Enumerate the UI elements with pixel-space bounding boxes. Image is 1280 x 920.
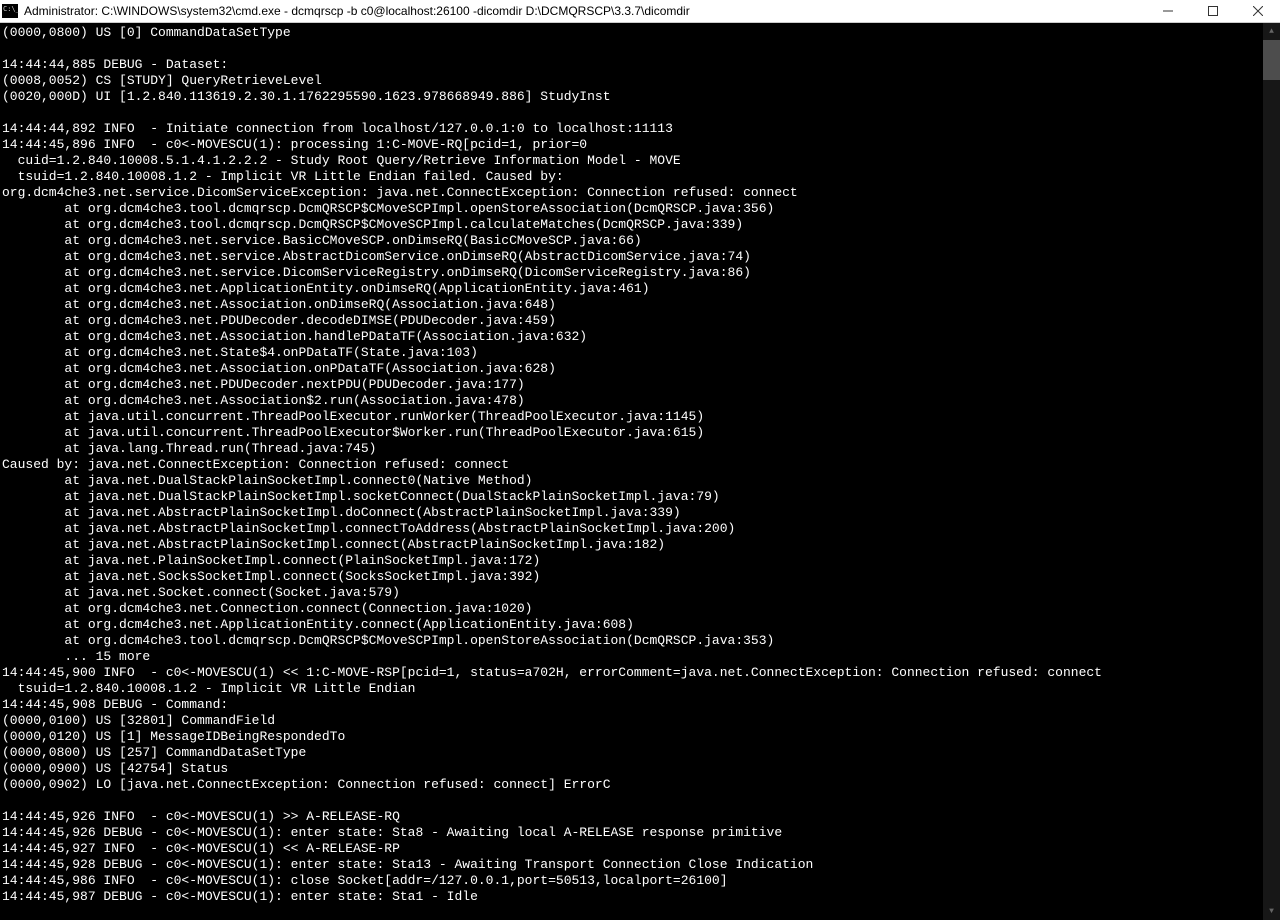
console-line: cuid=1.2.840.10008.5.1.4.1.2.2.2 - Study… <box>2 153 1278 169</box>
console-line: 14:44:45,896 INFO - c0<-MOVESCU(1): proc… <box>2 137 1278 153</box>
console-line: 14:44:45,900 INFO - c0<-MOVESCU(1) << 1:… <box>2 665 1278 681</box>
console-line: at java.util.concurrent.ThreadPoolExecut… <box>2 425 1278 441</box>
console-line: at java.net.SocksSocketImpl.connect(Sock… <box>2 569 1278 585</box>
console-line: at org.dcm4che3.net.Association.onDimseR… <box>2 297 1278 313</box>
console-line: 14:44:45,926 INFO - c0<-MOVESCU(1) >> A-… <box>2 809 1278 825</box>
console-line: 14:44:45,987 DEBUG - c0<-MOVESCU(1): ent… <box>2 889 1278 905</box>
console-area[interactable]: (0000,0800) US [0] CommandDataSetType 14… <box>0 23 1280 920</box>
console-line: at org.dcm4che3.net.State$4.onPDataTF(St… <box>2 345 1278 361</box>
window-titlebar: Administrator: C:\WINDOWS\system32\cmd.e… <box>0 0 1280 23</box>
console-line: 14:44:45,986 INFO - c0<-MOVESCU(1): clos… <box>2 873 1278 889</box>
console-line: ... 15 more <box>2 649 1278 665</box>
console-line: at org.dcm4che3.net.ApplicationEntity.on… <box>2 281 1278 297</box>
console-line: at org.dcm4che3.net.service.AbstractDico… <box>2 249 1278 265</box>
console-line: at org.dcm4che3.net.Connection.connect(C… <box>2 601 1278 617</box>
console-line: 14:44:45,908 DEBUG - Command: <box>2 697 1278 713</box>
console-line: at org.dcm4che3.net.ApplicationEntity.co… <box>2 617 1278 633</box>
console-line: (0008,0052) CS [STUDY] QueryRetrieveLeve… <box>2 73 1278 89</box>
console-line <box>2 793 1278 809</box>
console-line: at org.dcm4che3.tool.dcmqrscp.DcmQRSCP$C… <box>2 633 1278 649</box>
scroll-up-button[interactable]: ▲ <box>1263 23 1280 40</box>
window-title: Administrator: C:\WINDOWS\system32\cmd.e… <box>24 4 1145 18</box>
minimize-button[interactable] <box>1145 0 1190 23</box>
console-line: at java.net.DualStackPlainSocketImpl.con… <box>2 473 1278 489</box>
maximize-button[interactable] <box>1190 0 1235 23</box>
console-line: at java.lang.Thread.run(Thread.java:745) <box>2 441 1278 457</box>
console-line: at java.net.PlainSocketImpl.connect(Plai… <box>2 553 1278 569</box>
cmd-icon <box>2 4 18 18</box>
console-line: 14:44:45,927 INFO - c0<-MOVESCU(1) << A-… <box>2 841 1278 857</box>
scrollbar-thumb[interactable] <box>1263 40 1280 80</box>
console-line: (0000,0800) US [257] CommandDataSetType <box>2 745 1278 761</box>
close-button[interactable] <box>1235 0 1280 23</box>
console-line: (0000,0902) LO [java.net.ConnectExceptio… <box>2 777 1278 793</box>
console-line: at org.dcm4che3.net.Association.onPDataT… <box>2 361 1278 377</box>
console-line <box>2 105 1278 121</box>
console-line: at org.dcm4che3.net.Association.handlePD… <box>2 329 1278 345</box>
console-line: at java.net.DualStackPlainSocketImpl.soc… <box>2 489 1278 505</box>
console-line: Caused by: java.net.ConnectException: Co… <box>2 457 1278 473</box>
console-line: at org.dcm4che3.net.service.BasicCMoveSC… <box>2 233 1278 249</box>
console-line: at java.net.AbstractPlainSocketImpl.doCo… <box>2 505 1278 521</box>
vertical-scrollbar[interactable]: ▲ ▼ <box>1263 23 1280 920</box>
console-line: at org.dcm4che3.tool.dcmqrscp.DcmQRSCP$C… <box>2 217 1278 233</box>
console-line: 14:44:44,885 DEBUG - Dataset: <box>2 57 1278 73</box>
console-line: (0000,0120) US [1] MessageIDBeingRespond… <box>2 729 1278 745</box>
console-line: org.dcm4che3.net.service.DicomServiceExc… <box>2 185 1278 201</box>
console-line: 14:44:45,926 DEBUG - c0<-MOVESCU(1): ent… <box>2 825 1278 841</box>
console-line: 14:44:44,892 INFO - Initiate connection … <box>2 121 1278 137</box>
console-line <box>2 41 1278 57</box>
console-line: at org.dcm4che3.net.PDUDecoder.decodeDIM… <box>2 313 1278 329</box>
console-line: (0000,0800) US [0] CommandDataSetType <box>2 25 1278 41</box>
console-line: (0000,0100) US [32801] CommandField <box>2 713 1278 729</box>
console-line: at org.dcm4che3.net.service.DicomService… <box>2 265 1278 281</box>
console-line: at java.net.AbstractPlainSocketImpl.conn… <box>2 537 1278 553</box>
console-line: (0020,000D) UI [1.2.840.113619.2.30.1.17… <box>2 89 1278 105</box>
console-line: at java.net.AbstractPlainSocketImpl.conn… <box>2 521 1278 537</box>
console-line: tsuid=1.2.840.10008.1.2 - Implicit VR Li… <box>2 681 1278 697</box>
console-line: 14:44:45,928 DEBUG - c0<-MOVESCU(1): ent… <box>2 857 1278 873</box>
console-line: at java.net.Socket.connect(Socket.java:5… <box>2 585 1278 601</box>
console-line: at java.util.concurrent.ThreadPoolExecut… <box>2 409 1278 425</box>
console-line: tsuid=1.2.840.10008.1.2 - Implicit VR Li… <box>2 169 1278 185</box>
console-line: at org.dcm4che3.tool.dcmqrscp.DcmQRSCP$C… <box>2 201 1278 217</box>
window-controls <box>1145 0 1280 23</box>
console-output: (0000,0800) US [0] CommandDataSetType 14… <box>0 23 1280 907</box>
console-line: at org.dcm4che3.net.Association$2.run(As… <box>2 393 1278 409</box>
console-line: (0000,0900) US [42754] Status <box>2 761 1278 777</box>
scroll-down-button[interactable]: ▼ <box>1263 903 1280 920</box>
scrollbar-track[interactable] <box>1263 40 1280 903</box>
console-line: at org.dcm4che3.net.PDUDecoder.nextPDU(P… <box>2 377 1278 393</box>
